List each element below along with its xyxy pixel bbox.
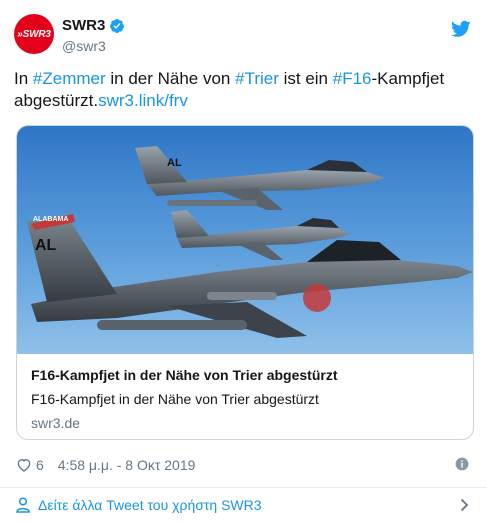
tweet-text-part: in der Nähe von (105, 69, 236, 88)
hashtag-link[interactable]: #Zemmer (33, 69, 106, 88)
tweet-footer: 6 4:58 μ.μ. - 8 Οκτ 2019 (16, 455, 473, 475)
heart-icon[interactable] (16, 457, 32, 473)
link-card[interactable]: AL AL ALABAMA F16-Kampfjet in der Nähe v… (16, 125, 474, 440)
display-name[interactable]: SWR3 (62, 16, 105, 35)
more-tweets-link[interactable]: Δείτε άλλα Tweet του χρήστη SWR3 (16, 494, 473, 516)
card-description[interactable]: F16-Kampfjet in der Nähe von Trier abges… (31, 390, 461, 408)
user-icon (16, 497, 30, 513)
divider (0, 487, 487, 488)
handle[interactable]: @swr3 (62, 37, 125, 55)
tail-label: ALABAMA (33, 216, 68, 223)
f16-jets-photo[interactable]: AL AL ALABAMA (17, 126, 473, 354)
verified-icon (110, 18, 125, 33)
tail-label: AL (35, 237, 57, 254)
author-names[interactable]: SWR3 @swr3 (62, 16, 125, 55)
url-link[interactable]: swr3.link/frv (98, 91, 188, 110)
hashtag-link[interactable]: #Trier (235, 69, 279, 88)
timestamp[interactable]: 4:58 μ.μ. - 8 Οκτ 2019 (58, 457, 196, 473)
card-meta[interactable]: F16-Kampfjet in der Nähe von Trier abges… (31, 366, 461, 432)
more-tweets-label[interactable]: Δείτε άλλα Tweet του χρήστη SWR3 (38, 497, 262, 513)
hashtag-link[interactable]: #F16 (333, 69, 372, 88)
like-count[interactable]: 6 (36, 457, 44, 473)
avatar[interactable]: »SWR3 (14, 14, 54, 54)
card-title[interactable]: F16-Kampfjet in der Nähe von Trier abges… (31, 366, 461, 384)
tweet-text: In #Zemmer in der Nähe von #Trier ist ei… (14, 68, 474, 112)
twitter-bird-icon[interactable] (451, 20, 471, 38)
tweet-text-part: ist ein (278, 69, 333, 88)
tweet-header: »SWR3 SWR3 @swr3 (14, 14, 473, 58)
info-icon[interactable] (455, 457, 469, 471)
svg-text:AL: AL (167, 157, 182, 169)
tweet-text-part: In (14, 69, 33, 88)
display-name-row[interactable]: SWR3 (62, 16, 125, 35)
card-domain[interactable]: swr3.de (31, 414, 461, 432)
chevron-right-icon[interactable] (460, 498, 469, 512)
embedded-tweet: »SWR3 SWR3 @swr3 In #Zemmer in der Nähe … (0, 0, 487, 523)
